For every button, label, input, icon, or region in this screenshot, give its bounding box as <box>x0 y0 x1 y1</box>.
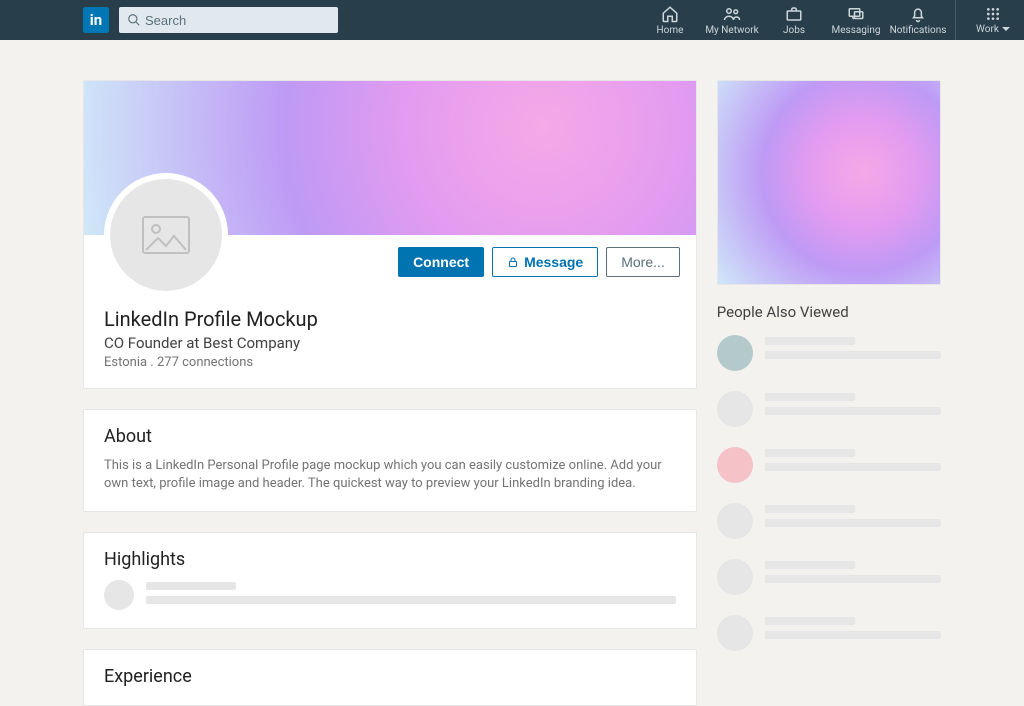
page-body: Connect Message More... LinkedIn Profile… <box>0 40 1024 706</box>
about-card: About This is a LinkedIn Personal Profil… <box>83 409 697 512</box>
bell-icon <box>909 5 927 23</box>
also-text-placeholder <box>765 615 941 645</box>
message-button[interactable]: Message <box>492 247 598 277</box>
top-nav: in Home My Network Jobs Messaging Notifi… <box>0 0 1024 40</box>
about-title: About <box>104 426 676 447</box>
highlight-avatar-placeholder <box>104 580 134 610</box>
also-text-placeholder <box>765 559 941 589</box>
skeleton-line <box>765 393 855 401</box>
highlight-item <box>104 580 676 610</box>
search-wrapper <box>119 7 338 33</box>
profile-location: Estonia <box>104 355 147 370</box>
skeleton-line <box>765 519 941 527</box>
also-viewed-item[interactable] <box>717 503 941 539</box>
profile-name: LinkedIn Profile Mockup <box>104 307 676 331</box>
briefcase-icon <box>785 5 803 23</box>
skeleton-line <box>765 407 941 415</box>
skeleton-line <box>146 596 676 604</box>
skeleton-line <box>765 561 855 569</box>
skeleton-line <box>765 449 855 457</box>
also-text-placeholder <box>765 447 941 477</box>
message-button-label: Message <box>524 254 583 270</box>
also-avatar-placeholder <box>717 559 753 595</box>
also-avatar-placeholder <box>717 391 753 427</box>
highlights-title: Highlights <box>104 549 676 570</box>
linkedin-logo[interactable]: in <box>83 7 109 33</box>
skeleton-line <box>146 582 236 590</box>
experience-card: Experience <box>83 649 697 706</box>
search-input[interactable] <box>119 7 338 33</box>
also-viewed-item[interactable] <box>717 615 941 651</box>
also-avatar-placeholder <box>717 335 753 371</box>
skeleton-line <box>765 463 941 471</box>
also-text-placeholder <box>765 335 941 365</box>
nav-divider <box>955 0 956 40</box>
skeleton-line <box>765 505 855 513</box>
also-avatar-placeholder <box>717 615 753 651</box>
nav-network-label: My Network <box>705 25 758 36</box>
nav-work-label: Work <box>976 24 999 35</box>
also-avatar-placeholder <box>717 447 753 483</box>
profile-headline: CO Founder at Best Company <box>104 334 676 352</box>
highlights-card: Highlights <box>83 532 697 629</box>
nav-items: Home My Network Jobs Messaging Notificat… <box>639 0 1024 40</box>
highlight-text-placeholder <box>146 580 676 610</box>
profile-connections[interactable]: 277 connections <box>157 355 253 370</box>
nav-jobs[interactable]: Jobs <box>763 0 825 40</box>
skeleton-line <box>765 575 941 583</box>
cover-photo[interactable] <box>84 81 696 235</box>
nav-notifications-label: Notifications <box>890 25 947 36</box>
nav-work[interactable]: Work <box>962 0 1024 40</box>
nav-jobs-label: Jobs <box>783 25 805 36</box>
connect-button[interactable]: Connect <box>398 247 484 277</box>
experience-title: Experience <box>104 666 676 687</box>
also-viewed-list <box>717 335 941 651</box>
nav-network[interactable]: My Network <box>701 0 763 40</box>
skeleton-line <box>765 617 855 625</box>
skeleton-line <box>765 631 941 639</box>
nav-home[interactable]: Home <box>639 0 701 40</box>
grid-icon <box>985 6 1001 22</box>
also-avatar-placeholder <box>717 503 753 539</box>
skeleton-line <box>765 337 855 345</box>
avatar-placeholder[interactable] <box>110 179 222 291</box>
side-promo-image[interactable] <box>717 80 941 285</box>
side-column: People Also Viewed <box>717 80 941 706</box>
also-text-placeholder <box>765 503 941 533</box>
more-button[interactable]: More... <box>606 247 680 277</box>
lock-icon <box>507 256 519 268</box>
also-viewed-item[interactable] <box>717 559 941 595</box>
nav-home-label: Home <box>657 25 684 36</box>
people-icon <box>723 5 741 23</box>
nav-notifications[interactable]: Notifications <box>887 0 949 40</box>
also-viewed-item[interactable] <box>717 391 941 427</box>
profile-meta: Estonia . 277 connections <box>104 355 676 370</box>
image-placeholder-icon <box>142 216 190 254</box>
home-icon <box>661 5 679 23</box>
chevron-down-icon <box>1002 27 1010 31</box>
main-column: Connect Message More... LinkedIn Profile… <box>83 80 697 706</box>
about-body: This is a LinkedIn Personal Profile page… <box>104 457 676 493</box>
skeleton-line <box>765 351 941 359</box>
also-viewed-item[interactable] <box>717 447 941 483</box>
chat-icon <box>847 5 865 23</box>
avatar-border <box>104 173 228 297</box>
profile-header-card: Connect Message More... LinkedIn Profile… <box>83 80 697 389</box>
nav-messaging[interactable]: Messaging <box>825 0 887 40</box>
also-viewed-title: People Also Viewed <box>717 303 941 321</box>
nav-messaging-label: Messaging <box>832 25 881 36</box>
also-text-placeholder <box>765 391 941 421</box>
search-icon <box>127 13 141 27</box>
also-viewed-item[interactable] <box>717 335 941 371</box>
